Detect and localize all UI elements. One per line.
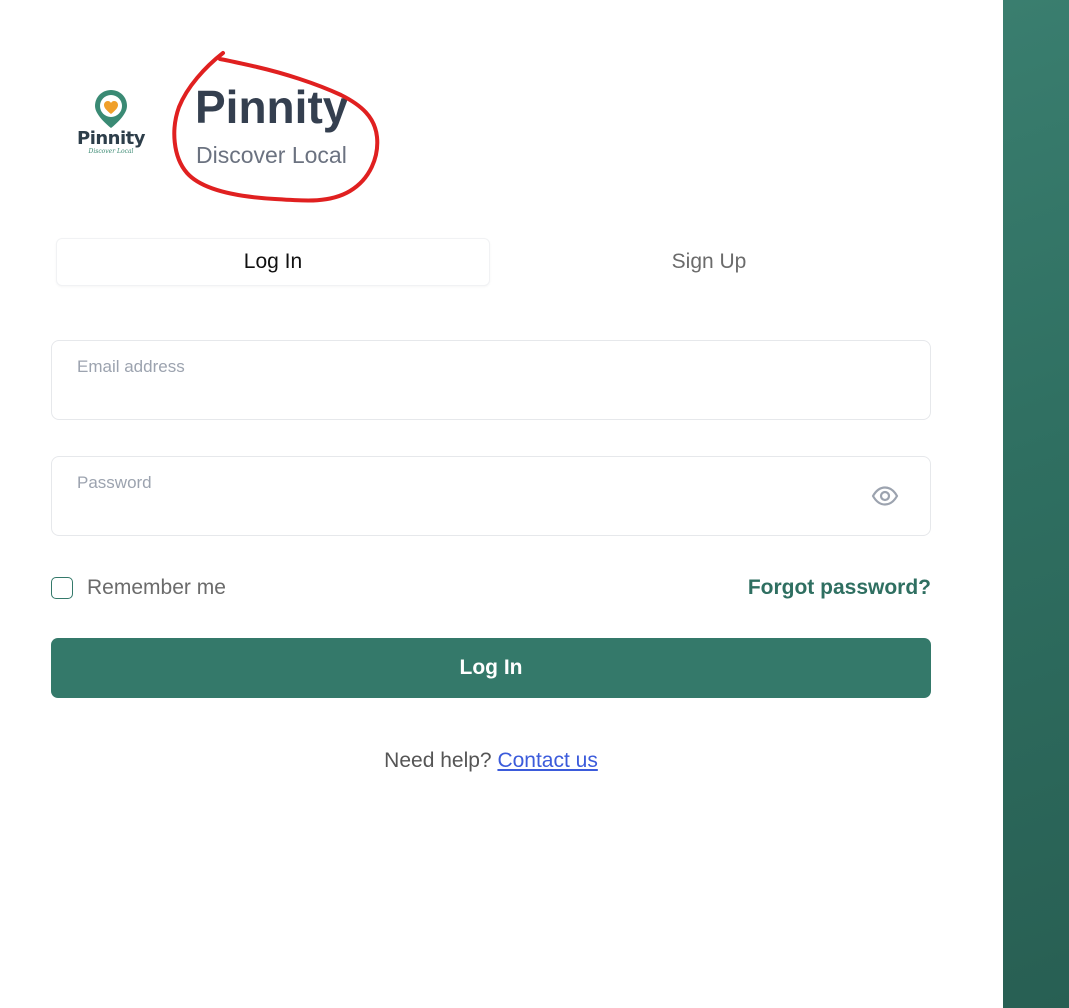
show-password-button[interactable]	[870, 483, 900, 509]
forgot-password-link[interactable]: Forgot password?	[748, 576, 931, 600]
remember-me[interactable]: Remember me	[51, 575, 226, 601]
side-panel	[1003, 0, 1069, 1008]
brand-title: Pinnity	[195, 81, 349, 133]
login-button[interactable]: Log In	[51, 638, 931, 698]
auth-tabs: Log In Sign Up	[56, 238, 928, 288]
email-label: Email address	[77, 357, 185, 376]
help-prefix: Need help?	[384, 749, 492, 772]
eye-icon	[871, 486, 899, 506]
logo-tagline: Discover Local	[88, 148, 134, 155]
remember-label: Remember me	[87, 576, 226, 599]
help-text: Need help? Contact us	[51, 749, 931, 773]
password-field[interactable]: Password	[51, 456, 931, 536]
email-input[interactable]	[76, 385, 856, 411]
remember-checkbox[interactable]	[51, 577, 73, 599]
brand-logo: Pinnity Discover Local	[70, 88, 152, 160]
contact-us-link[interactable]: Contact us	[497, 749, 597, 772]
map-pin-heart-icon	[95, 90, 127, 128]
brand-subtitle: Discover Local	[196, 142, 347, 168]
email-field[interactable]: Email address	[51, 340, 931, 420]
password-label: Password	[77, 473, 152, 492]
password-input[interactable]	[76, 501, 856, 527]
tab-signup[interactable]: Sign Up	[492, 238, 926, 286]
tab-login[interactable]: Log In	[56, 238, 490, 286]
logo-wordmark: Pinnity	[77, 128, 146, 149]
login-page: Pinnity Discover Local Pinnity Discover …	[0, 0, 1069, 1008]
